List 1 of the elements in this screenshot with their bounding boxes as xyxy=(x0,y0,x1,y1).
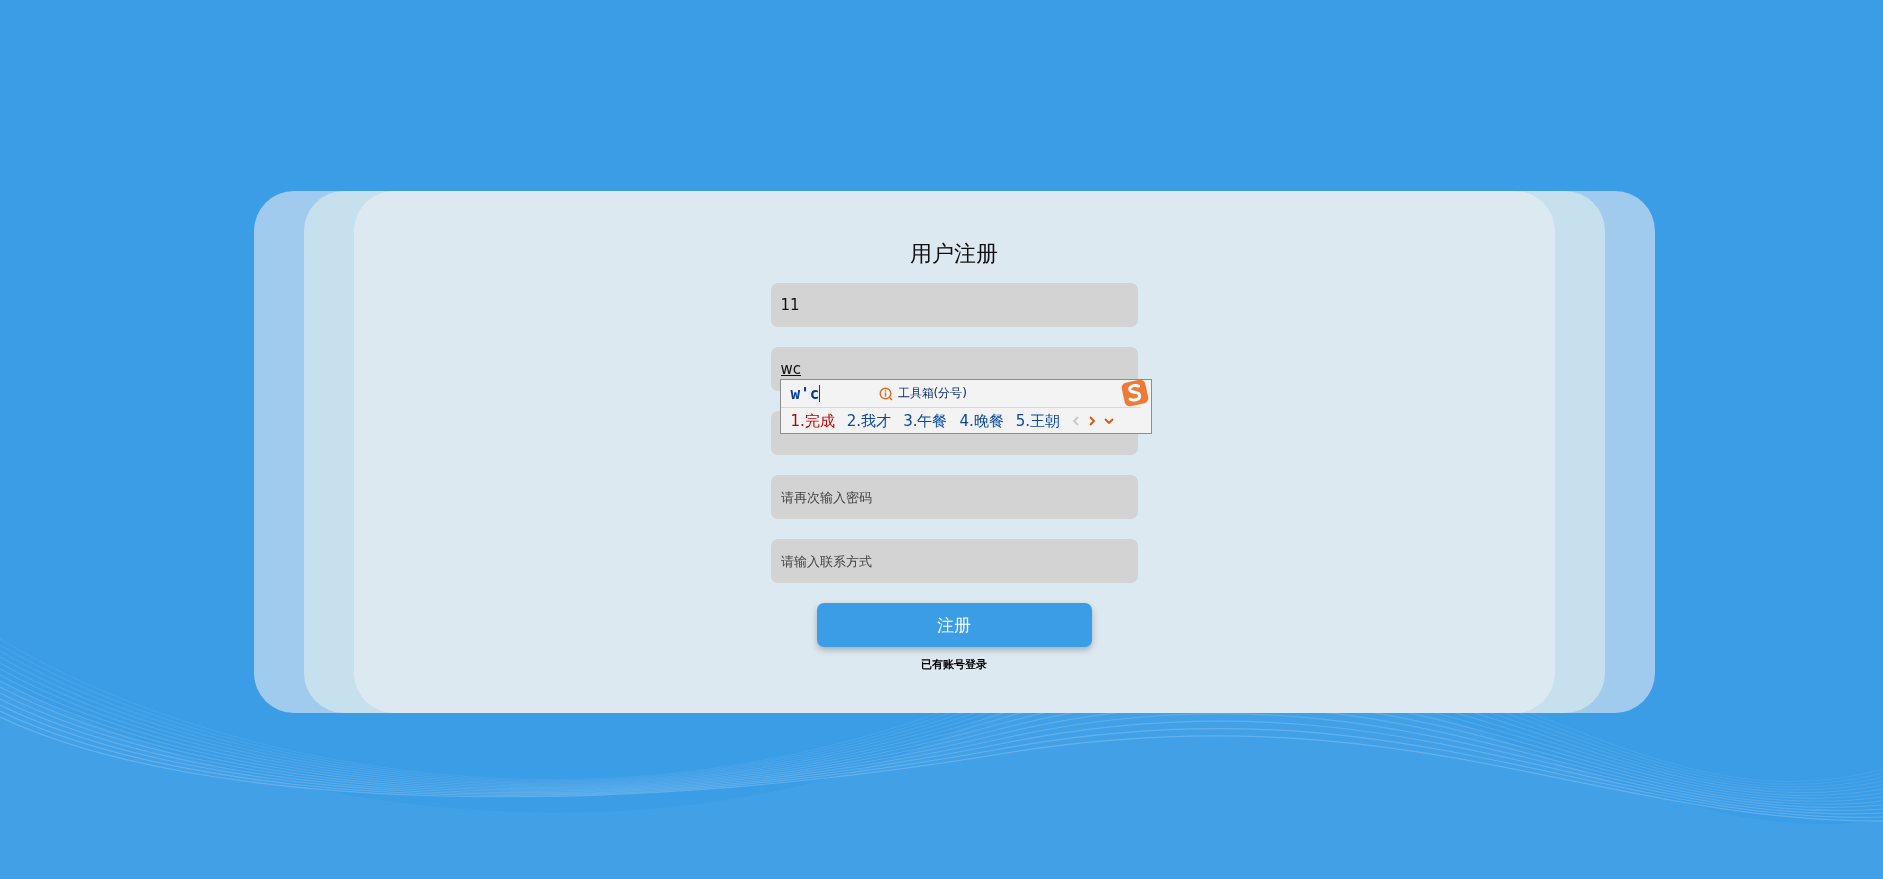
form-title: 用户注册 xyxy=(910,240,998,268)
